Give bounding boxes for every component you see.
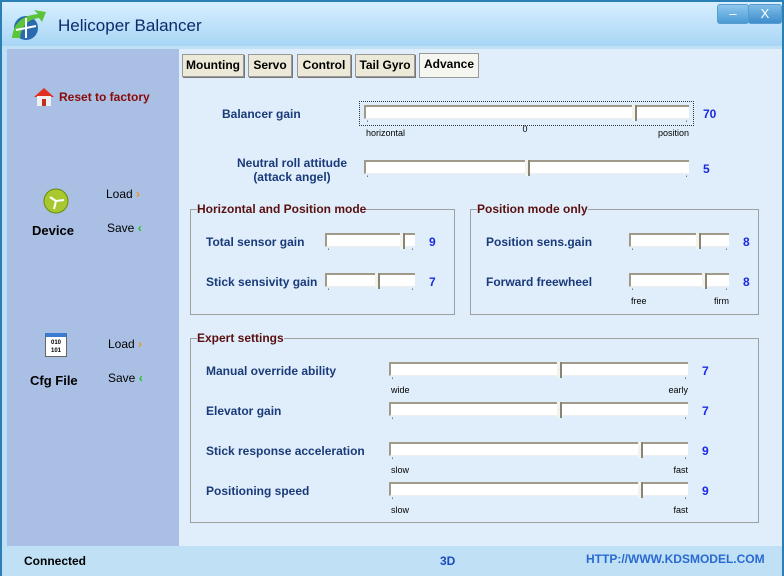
tick-mark: ˈ: [327, 247, 330, 257]
slider-max-label: early: [668, 385, 688, 395]
load-label: Load: [108, 337, 135, 351]
slider-value: 7: [702, 404, 709, 418]
close-button[interactable]: X: [748, 4, 782, 24]
tab-mounting[interactable]: Mounting: [182, 54, 244, 77]
mode-status: 3D: [440, 554, 456, 568]
slider-label: Positioning speed: [206, 484, 310, 498]
load-label: Load: [106, 187, 133, 201]
slider-stick-sensivity[interactable]: [325, 273, 415, 289]
app-logo-icon: [12, 10, 46, 40]
slider-min-label: slow: [391, 505, 410, 515]
slider-manual-override[interactable]: [389, 362, 688, 378]
slider-min-label: wide: [391, 385, 410, 395]
website-link[interactable]: HTTP://WWW.KDSMODEL.COM: [586, 552, 765, 566]
slider-value: 9: [702, 444, 709, 458]
slider-value: 8: [743, 275, 750, 289]
window-title: Helicoper Balancer: [58, 16, 202, 35]
slider-value: 9: [702, 484, 709, 498]
device-load-button[interactable]: Load ›: [106, 187, 140, 201]
slider-max-label: fast: [673, 465, 688, 475]
tab-advance[interactable]: Advance: [419, 53, 479, 78]
slider-thumb[interactable]: [696, 233, 701, 249]
cfg-load-button[interactable]: Load ›: [108, 337, 142, 351]
slider-label: Forward freewheel: [486, 275, 593, 289]
arrow-left-icon: ‹: [138, 371, 143, 385]
device-icon: [43, 188, 69, 214]
tick-mark: ˈ: [684, 416, 687, 426]
cfg-save-button[interactable]: Save ‹: [108, 371, 143, 385]
slider-min-label: horizontal: [366, 128, 406, 138]
slider-value: 5: [703, 162, 710, 176]
tab-tail-gyro[interactable]: Tail Gyro: [355, 54, 415, 77]
slider-value: 9: [429, 235, 436, 249]
device-save-button[interactable]: Save ‹: [107, 221, 142, 235]
slider-max-label: fast: [673, 505, 688, 515]
slider-label: Stick sensivity gain: [206, 275, 318, 289]
slider-thumb[interactable]: [702, 273, 707, 289]
slider-value: 8: [743, 235, 750, 249]
app-window: Helicoper Balancer – X Reset to factory …: [0, 0, 784, 576]
slider-label: Position sens.gain: [486, 235, 593, 249]
slider-label: Neutral roll attitude (attack angel): [236, 156, 347, 184]
reset-label: Reset to factory: [59, 90, 150, 104]
slider-label: Balancer gain: [222, 107, 301, 121]
slider-elevator-gain[interactable]: [389, 402, 688, 418]
slider-thumb[interactable]: [638, 442, 643, 458]
tab-control[interactable]: Control: [297, 54, 351, 77]
slider-neutral-roll[interactable]: [364, 160, 689, 176]
slider-label: Total sensor gain: [206, 235, 305, 249]
tick-mark: ˈ: [411, 247, 414, 257]
slider-thumb[interactable]: [375, 273, 380, 289]
slider-stick-response[interactable]: [389, 442, 688, 458]
slider-value: 70: [703, 107, 717, 121]
tick-mark: ˈ: [366, 174, 369, 184]
slider-forward-freewheel[interactable]: [629, 273, 729, 289]
advance-panel: Mounting Servo Control Tail Gyro Advance…: [179, 49, 782, 546]
tick-mark: ˈ: [391, 416, 394, 426]
home-icon: [34, 88, 54, 106]
slider-label: Manual override ability: [206, 364, 337, 378]
arrow-right-icon: ›: [138, 337, 143, 351]
tick-mark: ˈ: [411, 287, 414, 297]
slider-min-label: free: [631, 296, 647, 306]
connection-status: Connected: [24, 554, 87, 568]
group-title: Horizontal and Position mode: [197, 202, 367, 216]
slider-value: 7: [702, 364, 709, 378]
device-label: Device: [32, 223, 74, 238]
tick-mark: ˈ: [631, 247, 634, 257]
save-label: Save: [108, 371, 136, 385]
slider-positioning-speed[interactable]: [389, 482, 688, 498]
title-bar: Helicoper Balancer – X: [2, 2, 782, 46]
arrow-left-icon: ‹: [137, 221, 142, 235]
slider-min-label: slow: [391, 465, 410, 475]
slider-thumb[interactable]: [525, 160, 530, 176]
slider-label: Elevator gain: [206, 404, 282, 418]
slider-label: Stick response acceleration: [206, 444, 365, 458]
save-label: Save: [107, 221, 135, 235]
focus-rect: [359, 101, 694, 126]
group-title: Position mode only: [477, 202, 588, 216]
group-title: Expert settings: [197, 331, 284, 345]
tab-servo[interactable]: Servo: [248, 54, 292, 77]
status-bar: Connected 3D HTTP://WWW.KDSMODEL.COM: [2, 546, 782, 576]
cfg-file-label: Cfg File: [30, 373, 78, 388]
slider-max-label: position: [657, 128, 689, 138]
group-horizontal-position: Horizontal and Position mode: [190, 202, 455, 315]
slider-thumb[interactable]: [557, 362, 562, 378]
slider-value: 7: [429, 275, 436, 289]
slider-position-sens[interactable]: [629, 233, 729, 249]
slider-thumb[interactable]: [400, 233, 405, 249]
slider-thumb[interactable]: [638, 482, 643, 498]
tick-mark: ˈ: [725, 247, 728, 257]
slider-total-sensor-gain[interactable]: [325, 233, 415, 249]
sidebar: Reset to factory Device Load › Save ‹ 01…: [7, 49, 179, 546]
arrow-right-icon: ›: [136, 187, 141, 201]
slider-thumb[interactable]: [557, 402, 562, 418]
slider-max-label: firm: [714, 296, 729, 306]
tick-mark: ˈ: [327, 287, 330, 297]
minimize-button[interactable]: –: [717, 4, 749, 24]
reset-to-factory-button[interactable]: Reset to factory: [33, 87, 150, 107]
cfg-file-icon: 010 101: [45, 333, 67, 357]
tick-mark: ˈ: [685, 174, 688, 184]
